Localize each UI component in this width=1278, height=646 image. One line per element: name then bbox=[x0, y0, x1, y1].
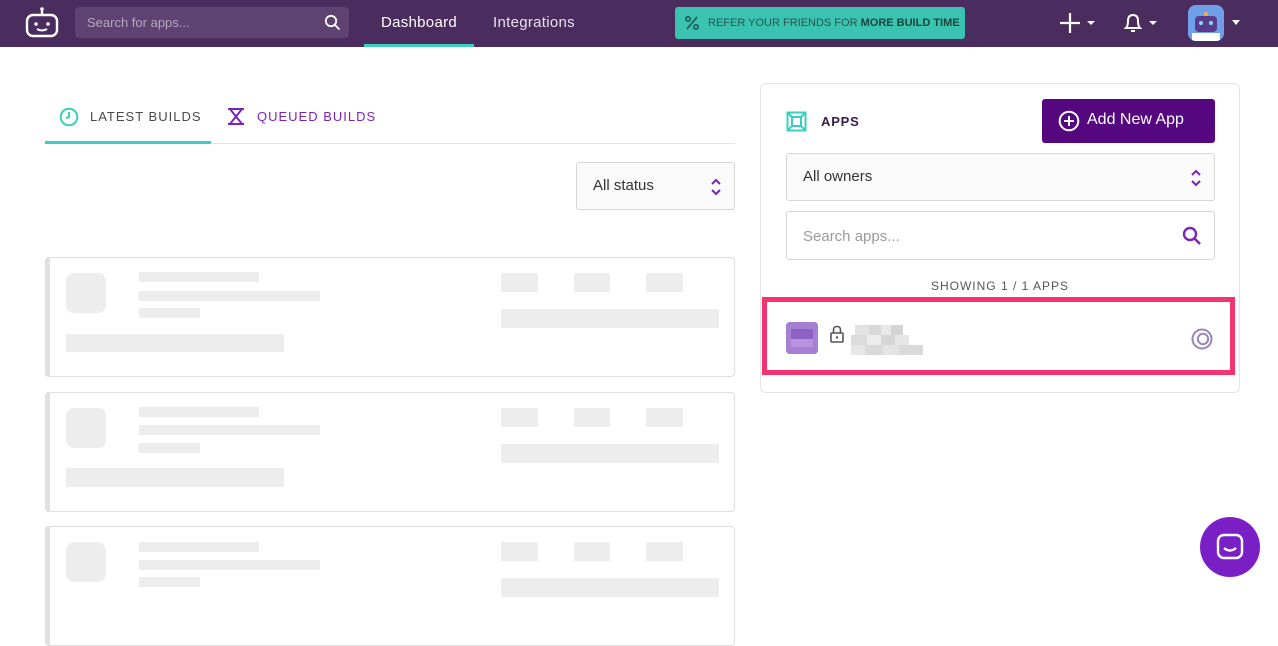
status-filter-select[interactable]: All status bbox=[576, 162, 735, 210]
app-name-redacted bbox=[851, 321, 931, 357]
build-status-spinner-icon bbox=[1191, 328, 1213, 350]
nav-tab-label: Dashboard bbox=[380, 14, 458, 31]
plus-circle-icon bbox=[1058, 110, 1080, 132]
chat-icon bbox=[1216, 533, 1244, 560]
build-card-skeleton bbox=[45, 257, 735, 377]
support-chat-button[interactable] bbox=[1200, 517, 1260, 577]
builds-tabs: LATEST BUILDS QUEUED BUILDS bbox=[45, 90, 735, 144]
search-apps-input[interactable]: Search apps... bbox=[786, 211, 1215, 260]
tab-latest-builds[interactable]: LATEST BUILDS bbox=[45, 90, 211, 144]
add-new-app-button[interactable]: Add New App bbox=[1042, 99, 1215, 143]
tab-label: QUEUED BUILDS bbox=[257, 109, 377, 124]
select-arrows-icon bbox=[711, 178, 721, 196]
robot-avatar-icon bbox=[1188, 5, 1224, 41]
apps-count-label: SHOWING 1 / 1 APPS bbox=[930, 279, 1070, 293]
referral-highlight: MORE BUILD TIME bbox=[860, 17, 960, 29]
tab-label: LATEST BUILDS bbox=[90, 109, 202, 124]
status-filter-value: All status bbox=[593, 177, 654, 194]
bell-icon bbox=[1123, 13, 1143, 32]
bitrise-logo-icon[interactable] bbox=[24, 6, 60, 38]
app-search-field[interactable]: Search for apps... bbox=[75, 7, 349, 38]
apps-panel-title: APPS bbox=[821, 114, 860, 129]
search-icon[interactable] bbox=[1182, 226, 1202, 246]
select-arrows-icon bbox=[1191, 169, 1201, 187]
add-new-app-label: Add New App bbox=[1087, 111, 1184, 128]
create-menu-button[interactable] bbox=[1060, 10, 1098, 36]
search-placeholder: Search for apps... bbox=[87, 15, 190, 30]
notifications-menu-button[interactable] bbox=[1123, 10, 1161, 36]
plus-icon bbox=[1060, 13, 1080, 33]
chevron-down-icon[interactable] bbox=[1231, 19, 1241, 27]
chevron-down-icon bbox=[1149, 21, 1157, 25]
clock-icon bbox=[59, 107, 79, 127]
build-card-skeleton bbox=[45, 526, 735, 646]
owner-filter-value: All owners bbox=[803, 168, 873, 185]
search-apps-placeholder: Search apps... bbox=[803, 228, 900, 245]
nav-tab-integrations[interactable]: Integrations bbox=[482, 0, 586, 47]
top-navigation-bar: Search for apps... Dashboard Integration… bbox=[0, 0, 1278, 47]
build-card-skeleton bbox=[45, 392, 735, 512]
nav-tab-dashboard[interactable]: Dashboard bbox=[364, 0, 474, 47]
owner-filter-select[interactable]: All owners bbox=[786, 153, 1215, 201]
user-avatar[interactable] bbox=[1188, 5, 1224, 41]
hourglass-icon bbox=[228, 108, 244, 125]
app-list-item[interactable] bbox=[762, 297, 1235, 375]
nav-tab-label: Integrations bbox=[493, 14, 575, 31]
lock-icon bbox=[830, 325, 844, 343]
percent-icon bbox=[684, 15, 700, 31]
search-icon[interactable] bbox=[324, 14, 341, 31]
tab-queued-builds[interactable]: QUEUED BUILDS bbox=[223, 90, 383, 144]
app-avatar bbox=[786, 322, 818, 354]
referral-prefix: REFER YOUR FRIENDS FOR bbox=[708, 17, 858, 29]
apps-icon bbox=[786, 111, 807, 132]
referral-banner-button[interactable]: REFER YOUR FRIENDS FOR MORE BUILD TIME bbox=[675, 7, 965, 39]
chevron-down-icon bbox=[1087, 21, 1095, 25]
referral-text: REFER YOUR FRIENDS FOR MORE BUILD TIME bbox=[708, 7, 960, 39]
